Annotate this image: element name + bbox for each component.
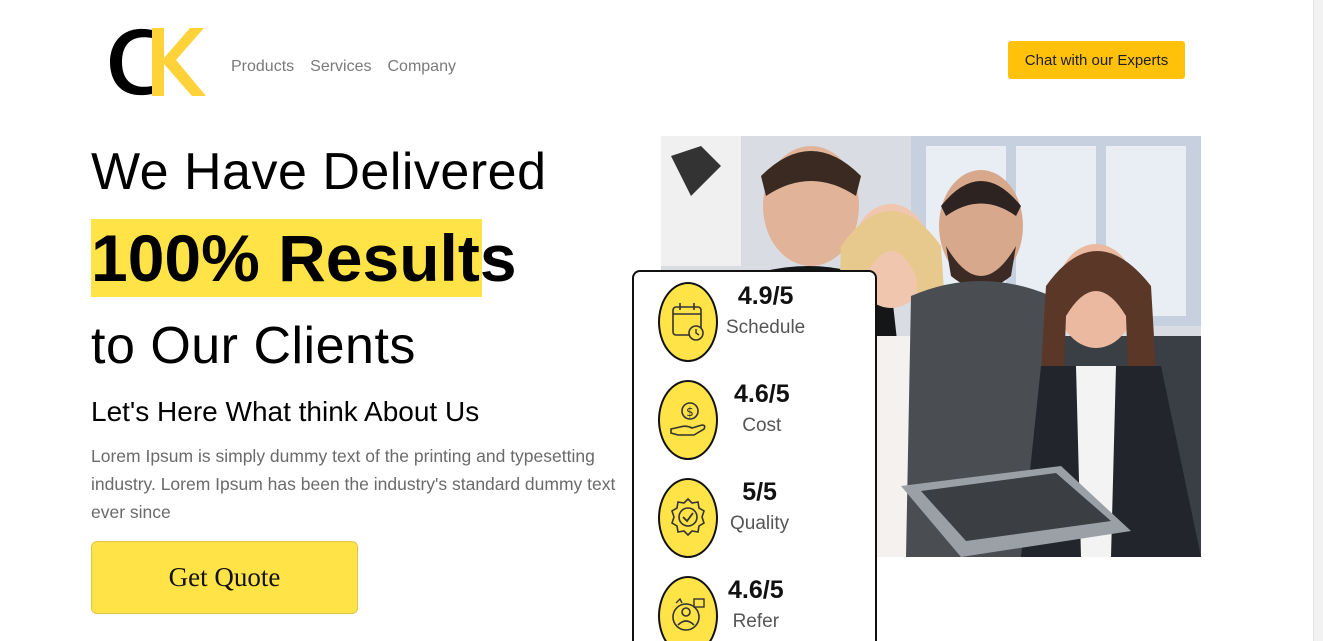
nav-company[interactable]: Company bbox=[388, 58, 456, 76]
nav-products[interactable]: Products bbox=[231, 58, 294, 76]
rating-score: 4.9/5 bbox=[737, 282, 794, 310]
hero-subheading: Let's Here What think About Us bbox=[91, 396, 480, 427]
rating-label: Refer bbox=[732, 611, 780, 632]
rating-quality: 5/5 Quality bbox=[658, 478, 789, 558]
hero-heading-line3: to Our Clients bbox=[91, 317, 416, 375]
page: Products Services Company Chat with our … bbox=[0, 0, 1323, 641]
rating-schedule: 4.9/5 Schedule bbox=[658, 282, 805, 362]
nav-services[interactable]: Services bbox=[310, 58, 371, 76]
company-logo[interactable] bbox=[108, 24, 208, 100]
rating-score: 4.6/5 bbox=[734, 380, 790, 408]
hero-paragraph: Lorem Ipsum is simply dummy text of the … bbox=[91, 446, 616, 522]
ratings-card: 4.9/5 Schedule $ 4.6/5 Cost 5/5 Quality … bbox=[632, 270, 877, 641]
rating-label: Quality bbox=[730, 513, 790, 534]
quality-badge-icon bbox=[658, 478, 718, 558]
page-scrollbar[interactable] bbox=[1313, 0, 1323, 641]
hero-heading-highlight: 100% Results bbox=[91, 221, 517, 295]
chat-with-experts-button[interactable]: Chat with our Experts bbox=[1008, 41, 1185, 79]
rating-cost: $ 4.6/5 Cost bbox=[658, 380, 790, 460]
get-quote-button[interactable]: Get Quote bbox=[91, 541, 358, 614]
hand-dollar-icon: $ bbox=[658, 380, 718, 460]
hero-heading-line1: We Have Delivered bbox=[91, 143, 547, 201]
rating-label: Schedule bbox=[726, 317, 806, 338]
rating-score: 4.6/5 bbox=[728, 576, 784, 604]
rating-score: 5/5 bbox=[742, 478, 777, 506]
calendar-clock-icon bbox=[658, 282, 718, 362]
rating-refer: 4.6/5 Refer bbox=[658, 576, 784, 641]
rating-label: Cost bbox=[742, 415, 782, 436]
referral-icon bbox=[658, 576, 718, 641]
svg-text:$: $ bbox=[686, 405, 694, 419]
main-nav: Products Services Company bbox=[231, 58, 456, 76]
